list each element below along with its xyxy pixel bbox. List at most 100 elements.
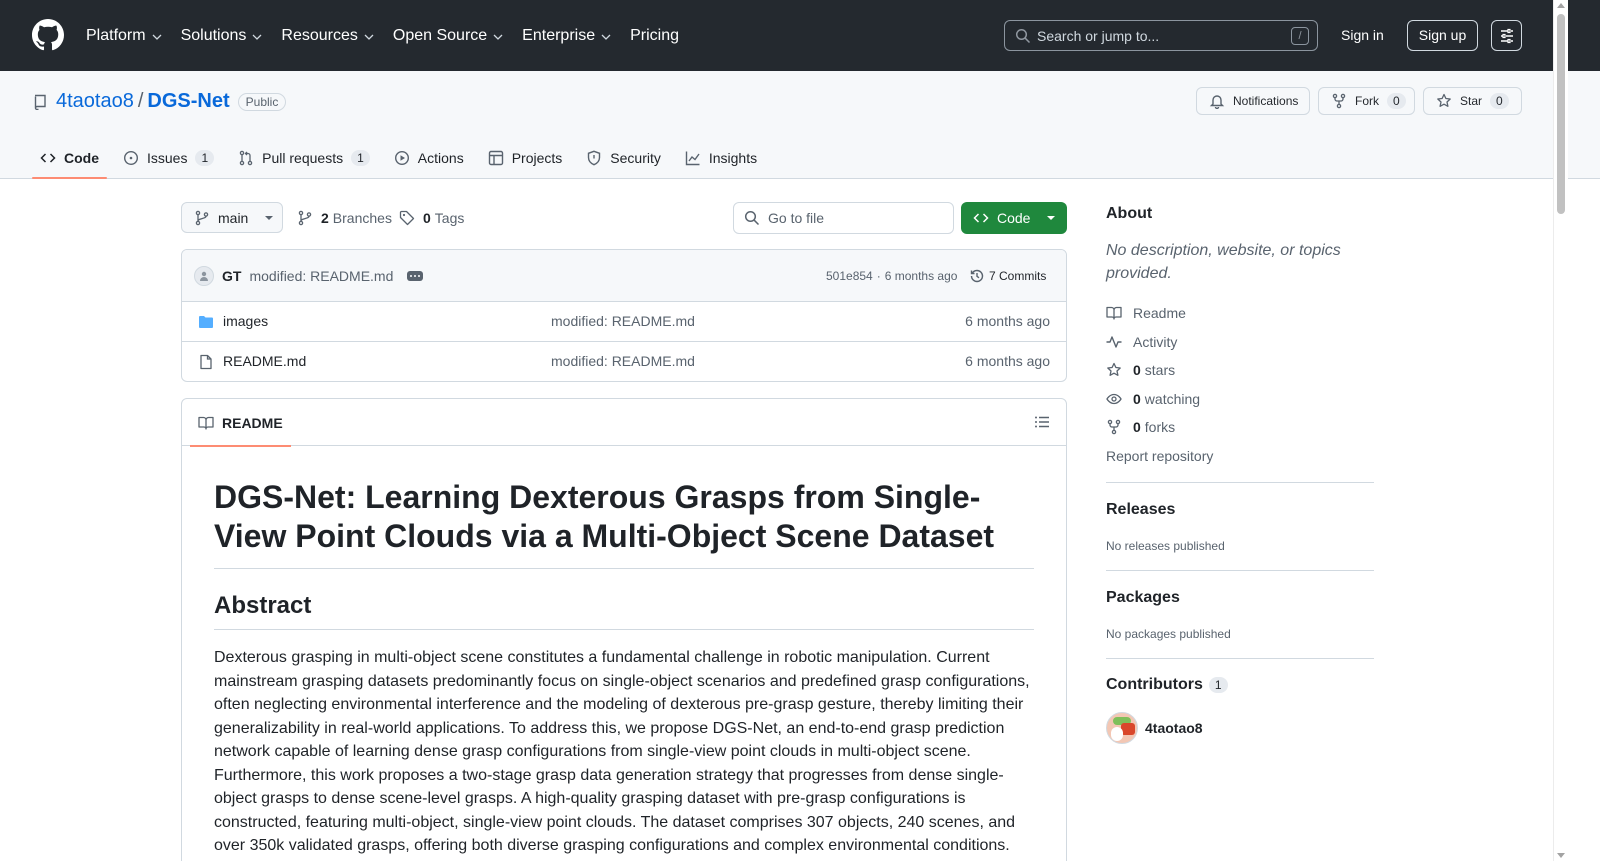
file-commit-message[interactable]: modified: README.md [551, 353, 695, 369]
graph-icon [685, 151, 700, 166]
file-name[interactable]: README.md [223, 353, 306, 369]
list-unordered-icon[interactable] [1034, 414, 1050, 430]
file-row[interactable]: images modified: README.md 6 months ago [182, 302, 1066, 342]
file-icon [200, 354, 212, 370]
avatar[interactable] [194, 265, 214, 286]
chevron-down-icon [364, 34, 374, 40]
releases-heading[interactable]: Releases [1106, 501, 1374, 519]
chevron-down-icon [152, 34, 162, 40]
commit-author[interactable]: GT [222, 268, 241, 284]
readme-panel: README DGS-Net: Learning Dexterous Grasp… [181, 398, 1067, 861]
code-dropdown-button[interactable]: Code [961, 202, 1067, 234]
fork-count: 0 [1387, 93, 1406, 109]
triangle-down-icon [1047, 216, 1056, 220]
branch-name: main [218, 209, 249, 226]
repo-tabs: Code Issues 1 Pull requests 1 Actions Pr… [32, 137, 773, 179]
search-placeholder: Search or jump to... [1037, 27, 1160, 44]
about-heading: About [1106, 205, 1153, 222]
tags-link[interactable]: 0 Tags [399, 202, 464, 233]
scrollbar-thumb[interactable] [1557, 14, 1565, 214]
commit-dot: · [876, 269, 881, 283]
readme-title: DGS-Net: Learning Dexterous Grasps from … [214, 478, 1034, 569]
issue-opened-icon [123, 150, 139, 166]
tab-pull-requests[interactable]: Pull requests 1 [230, 137, 378, 179]
go-to-file-input[interactable]: Go to file [733, 202, 954, 234]
git-pull-request-icon [239, 150, 253, 166]
commits-history-link[interactable]: 7 Commits [969, 250, 1046, 302]
fork-button[interactable]: Fork 0 [1318, 87, 1415, 115]
header-nav: Platform Solutions Resources Open Source… [86, 0, 697, 71]
tab-issues[interactable]: Issues 1 [115, 137, 222, 179]
readme-tab[interactable]: README [190, 399, 291, 447]
book-icon [198, 416, 214, 430]
report-repository-link[interactable]: Report repository [1106, 442, 1374, 471]
contributors-heading[interactable]: Contributors 1 [1106, 676, 1374, 694]
file-name[interactable]: images [223, 313, 268, 329]
search-icon [744, 210, 760, 226]
play-icon [394, 150, 409, 166]
eye-icon [1106, 393, 1122, 404]
tab-security[interactable]: Security [578, 137, 669, 179]
contributors-count: 1 [1208, 677, 1228, 693]
search-shortcut-key: / [1291, 27, 1309, 45]
tab-code[interactable]: Code [32, 137, 107, 179]
ellipsis-icon[interactable] [407, 270, 424, 281]
search-icon [1015, 28, 1031, 43]
nav-enterprise[interactable]: Enterprise [522, 27, 612, 45]
commit-sha[interactable]: 501e854 [826, 269, 873, 283]
commit-message[interactable]: modified: README.md [249, 268, 393, 284]
nav-solutions[interactable]: Solutions [181, 27, 264, 45]
nav-pricing[interactable]: Pricing [630, 27, 679, 45]
sign-up-button[interactable]: Sign up [1407, 20, 1478, 51]
about-description: No description, website, or topics provi… [1106, 242, 1341, 282]
repo-name-link[interactable]: DGS-Net [147, 90, 229, 113]
file-row[interactable]: README.md modified: README.md 6 months a… [182, 342, 1066, 381]
page-scrollbar[interactable] [1553, 0, 1568, 861]
sidebar-link-watching[interactable]: 0 watching [1106, 385, 1374, 414]
avatar[interactable] [1106, 712, 1138, 744]
search-input[interactable]: Search or jump to... / [1004, 20, 1318, 51]
sign-in-link[interactable]: Sign in [1331, 20, 1394, 51]
sidebar-link-readme[interactable]: Readme [1106, 299, 1374, 328]
star-button[interactable]: Star 0 [1423, 87, 1522, 115]
contributor-name[interactable]: 4taotao8 [1145, 720, 1203, 736]
sidebar-link-activity[interactable]: Activity [1106, 328, 1374, 357]
nav-open-source[interactable]: Open Source [393, 27, 504, 45]
file-table: GT modified: README.md 501e854 · 6 month… [181, 249, 1067, 382]
repo-icon [34, 94, 46, 110]
branch-selector[interactable]: main [181, 202, 283, 233]
tab-projects[interactable]: Projects [480, 137, 571, 179]
git-branch-icon [195, 210, 209, 225]
scroll-up-arrow-icon[interactable] [1557, 3, 1565, 8]
readme-header: README [182, 399, 1066, 447]
tab-insights[interactable]: Insights [677, 137, 765, 179]
branches-count: 2 [321, 209, 329, 226]
commit-meta: 501e854 · 6 months ago [826, 250, 957, 302]
nav-platform[interactable]: Platform [86, 27, 163, 45]
nav-resources[interactable]: Resources [281, 27, 374, 45]
file-commit-message[interactable]: modified: README.md [551, 313, 695, 329]
tab-actions[interactable]: Actions [386, 137, 472, 179]
repo-title: 4taotao8 / DGS-Net Public [32, 90, 287, 113]
chevron-down-icon [601, 34, 611, 40]
issues-count: 1 [195, 150, 215, 166]
folder-icon [199, 316, 213, 328]
repo-owner-link[interactable]: 4taotao8 [56, 90, 134, 113]
notifications-button[interactable]: Notifications [1196, 87, 1310, 115]
scroll-down-arrow-icon[interactable] [1557, 853, 1565, 858]
menu-button[interactable] [1491, 20, 1522, 51]
tag-icon [399, 210, 415, 225]
commit-age: 6 months ago [884, 269, 958, 283]
sidebar-link-forks[interactable]: 0 forks [1106, 413, 1374, 442]
packages-empty: No packages published [1106, 627, 1231, 641]
repo-forked-icon [1332, 93, 1346, 109]
contributor-item[interactable]: 4taotao8 [1106, 712, 1374, 744]
branches-link[interactable]: 2 Branches [297, 202, 392, 233]
releases-empty: No releases published [1106, 539, 1225, 553]
github-logo-icon[interactable] [32, 19, 64, 51]
packages-heading[interactable]: Packages [1106, 589, 1374, 607]
bell-icon [1209, 95, 1225, 109]
sidebar-link-stars[interactable]: 0 stars [1106, 356, 1374, 385]
table-icon [488, 150, 503, 166]
sidebar-divider [1106, 658, 1374, 659]
